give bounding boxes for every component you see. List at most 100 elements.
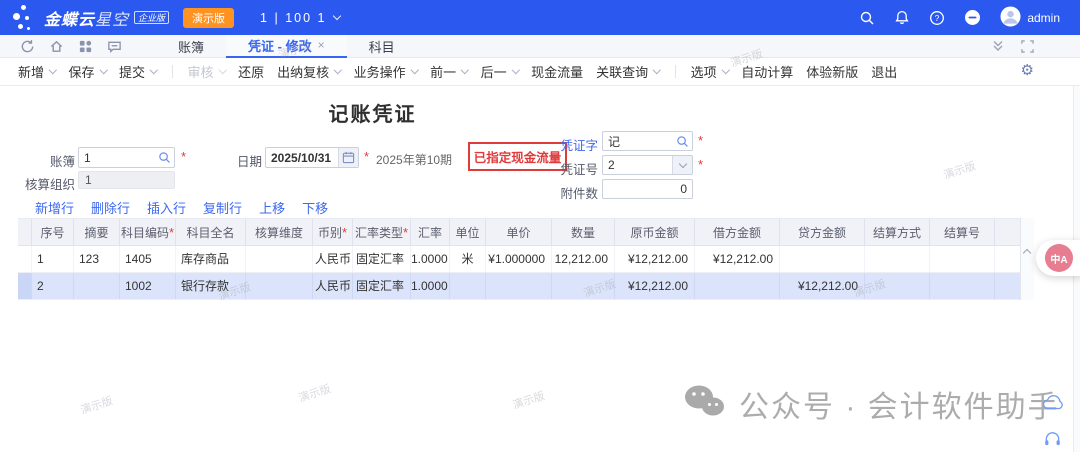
restore-button[interactable]: 还原 [238, 62, 264, 81]
cell-qty[interactable]: 12,212.00 [552, 246, 615, 272]
fullscreen-icon[interactable] [1021, 40, 1034, 53]
cell-dimension[interactable] [246, 273, 313, 299]
date-input[interactable] [266, 148, 338, 167]
cell-debit[interactable] [695, 273, 780, 299]
row-selector-cell[interactable] [18, 273, 32, 299]
tab-ledger[interactable]: 账簿 [156, 35, 226, 58]
cell-rate[interactable]: 1.0000 [411, 246, 450, 272]
dropdown-chevron-icon[interactable] [672, 156, 692, 174]
cell-credit[interactable]: ¥12,212.00 [780, 273, 865, 299]
book-input[interactable] [79, 148, 154, 167]
add-row-button[interactable]: 新增行 [35, 198, 74, 217]
options-button[interactable]: 选项 [691, 62, 729, 81]
cell-currency[interactable]: 人民币 [313, 273, 353, 299]
cell-settle-no[interactable] [930, 273, 995, 299]
cell-currency[interactable]: 人民币 [313, 246, 353, 272]
new-button[interactable]: 新增 [18, 62, 56, 81]
cell-unit[interactable]: 米 [450, 246, 486, 272]
related-query-button[interactable]: 关联查询 [596, 62, 660, 81]
tab-account[interactable]: 科目 [347, 35, 417, 58]
scroll-up-icon[interactable] [1023, 249, 1031, 257]
settings-gear-icon[interactable]: ⚙ [1021, 62, 1034, 80]
cell-rate-type[interactable]: 固定汇率 [353, 273, 411, 299]
cloud-icon[interactable] [1042, 394, 1064, 416]
attachments-input[interactable] [603, 180, 692, 198]
cash-flow-button[interactable]: 现金流量 [531, 62, 583, 81]
table-row[interactable]: 1 123 1405 库存商品 人民币 固定汇率 1.0000 米 ¥1.000… [18, 246, 1020, 273]
org-selector[interactable]: 1 | 100 1 [260, 11, 340, 25]
headphones-support-icon[interactable] [1044, 430, 1061, 452]
col-orig-amount: 原币金额 [615, 219, 695, 245]
table-row-selected[interactable]: 2 1002 银行存款 人民币 固定汇率 1.0000 ¥12,212.00 ¥… [18, 273, 1020, 300]
cell-settle-method[interactable] [865, 246, 930, 272]
voucher-word-label[interactable]: 凭证字 [554, 135, 598, 154]
cell-summary[interactable] [74, 273, 120, 299]
exit-button[interactable]: 退出 [871, 62, 897, 81]
cell-credit[interactable] [780, 246, 865, 272]
voucher-no-input[interactable] [603, 156, 672, 174]
apps-grid-icon[interactable] [78, 39, 93, 54]
cell-seq[interactable]: 2 [32, 273, 74, 299]
cell-summary[interactable]: 123 [74, 246, 120, 272]
close-icon[interactable] [318, 38, 325, 52]
cell-unit[interactable] [450, 273, 486, 299]
cell-debit[interactable]: ¥12,212.00 [695, 246, 780, 272]
chevron-down-icon [722, 66, 730, 74]
collapse-double-chevron-icon[interactable] [991, 39, 1005, 53]
chevron-down-icon [99, 66, 107, 74]
submit-button[interactable]: 提交 [119, 62, 157, 81]
notification-bell-icon[interactable] [894, 10, 910, 26]
cell-account-code[interactable]: 1002 [120, 273, 176, 299]
refresh-icon[interactable] [20, 39, 35, 54]
lookup-magnifier-icon[interactable] [672, 132, 692, 150]
cell-account-name[interactable]: 库存商品 [176, 246, 246, 272]
copy-row-button[interactable]: 复制行 [203, 198, 242, 217]
home-icon[interactable] [49, 39, 64, 54]
cell-seq[interactable]: 1 [32, 246, 74, 272]
cell-account-name[interactable]: 银行存款 [176, 273, 246, 299]
cell-dimension[interactable] [246, 246, 313, 272]
cell-rate-type[interactable]: 固定汇率 [353, 246, 411, 272]
translate-icon[interactable]: 中A [1045, 244, 1073, 272]
help-icon[interactable]: ? [929, 10, 945, 26]
try-new-version-button[interactable]: 体验新版 [806, 62, 858, 81]
chevron-down-icon [410, 66, 418, 74]
auto-calc-button[interactable]: 自动计算 [741, 62, 793, 81]
search-icon[interactable] [859, 10, 875, 26]
org-selector-label: 1 | 100 1 [260, 11, 326, 25]
cashier-review-button[interactable]: 出纳复核 [277, 62, 341, 81]
row-selector-cell[interactable] [18, 246, 32, 272]
col-summary: 摘要 [74, 219, 120, 245]
next-button[interactable]: 后一 [481, 62, 519, 81]
cell-settle-method[interactable] [865, 273, 930, 299]
cell-rate[interactable]: 1.0000 [411, 273, 450, 299]
table-vertical-scrollbar[interactable] [1020, 218, 1034, 300]
cell-price[interactable] [486, 273, 552, 299]
cell-price[interactable]: ¥1.000000 [486, 246, 552, 272]
theme-toggle-icon[interactable] [964, 9, 981, 26]
lookup-magnifier-icon[interactable] [154, 148, 174, 167]
move-down-button[interactable]: 下移 [302, 198, 328, 217]
voucher-word-input[interactable] [603, 132, 672, 150]
col-account-code: 科目编码 [120, 219, 176, 245]
translate-floating-badge[interactable]: 中A [1036, 240, 1080, 276]
user-menu[interactable]: admin [1000, 6, 1060, 30]
business-ops-button[interactable]: 业务操作 [354, 62, 418, 81]
col-unit: 单位 [450, 219, 486, 245]
chevron-down-icon [49, 66, 57, 74]
calendar-icon[interactable] [338, 148, 358, 167]
cell-orig-amount[interactable]: ¥12,212.00 [615, 273, 695, 299]
cell-account-code[interactable]: 1405 [120, 246, 176, 272]
insert-row-button[interactable]: 插入行 [147, 198, 186, 217]
col-settle-no: 结算号 [930, 219, 995, 245]
message-icon[interactable] [107, 39, 122, 54]
tab-voucher-edit[interactable]: 凭证 - 修改 [226, 35, 347, 58]
required-asterisk [698, 157, 703, 172]
cell-orig-amount[interactable]: ¥12,212.00 [615, 246, 695, 272]
cell-settle-no[interactable] [930, 246, 995, 272]
move-up-button[interactable]: 上移 [259, 198, 285, 217]
save-button[interactable]: 保存 [69, 62, 107, 81]
prev-button[interactable]: 前一 [430, 62, 468, 81]
delete-row-button[interactable]: 删除行 [91, 198, 130, 217]
cell-qty[interactable] [552, 273, 615, 299]
